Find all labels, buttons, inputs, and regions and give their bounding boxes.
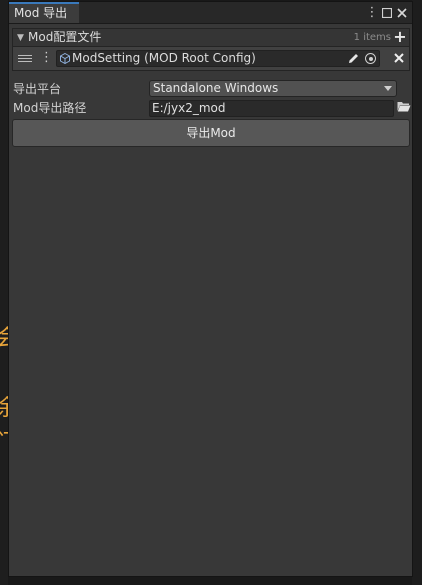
tab-mod-export[interactable]: Mod 导出	[9, 2, 79, 23]
background-panel: 会 余 门	[0, 0, 8, 585]
mod-setting-object-field[interactable]: ModSetting (MOD Root Config)	[56, 50, 380, 67]
mod-setting-object-value: ModSetting (MOD Root Config)	[72, 51, 256, 65]
close-icon[interactable]	[394, 4, 410, 22]
maximize-icon[interactable]	[379, 4, 395, 22]
export-mod-button[interactable]: 导出Mod	[12, 119, 410, 147]
remove-item-icon[interactable]	[391, 49, 407, 67]
drag-handle-icon[interactable]	[18, 55, 32, 62]
mod-config-list-header[interactable]: ▼ Mod配置文件 1 items +	[12, 28, 410, 47]
mod-export-window: Mod 导出 ⋮ ▼ Mod配置文件 1 items + ⋮ ModSettin…	[8, 1, 413, 577]
chevron-down-icon	[384, 86, 392, 91]
foldout-arrow-icon[interactable]: ▼	[17, 30, 24, 46]
pencil-icon[interactable]	[348, 51, 359, 68]
folder-open-icon[interactable]	[397, 101, 411, 112]
background-glyph: 余	[0, 398, 8, 420]
background-strip	[412, 0, 422, 585]
export-platform-label: 导出平台	[13, 82, 62, 96]
mod-config-list-title: Mod配置文件	[28, 30, 102, 44]
mod-config-list-body: ⋮ ModSetting (MOD Root Config)	[12, 47, 410, 71]
scriptable-object-icon	[60, 52, 70, 65]
export-path-label: Mod导出路径	[13, 101, 87, 115]
background-glyph: 会	[0, 328, 8, 350]
tab-bar: Mod 导出 ⋮	[9, 2, 412, 24]
export-platform-value: Standalone Windows	[153, 81, 279, 95]
items-count-label: 1 items	[353, 32, 391, 43]
object-picker-icon[interactable]	[365, 53, 376, 64]
export-path-field[interactable]: E:/jyx2_mod	[149, 100, 394, 117]
element-menu-icon[interactable]: ⋮	[40, 50, 53, 66]
background-glyph: 门	[0, 433, 8, 455]
plus-icon[interactable]: +	[392, 28, 408, 45]
export-platform-dropdown[interactable]: Standalone Windows	[149, 80, 397, 97]
kebab-menu-icon[interactable]: ⋮	[364, 4, 380, 22]
